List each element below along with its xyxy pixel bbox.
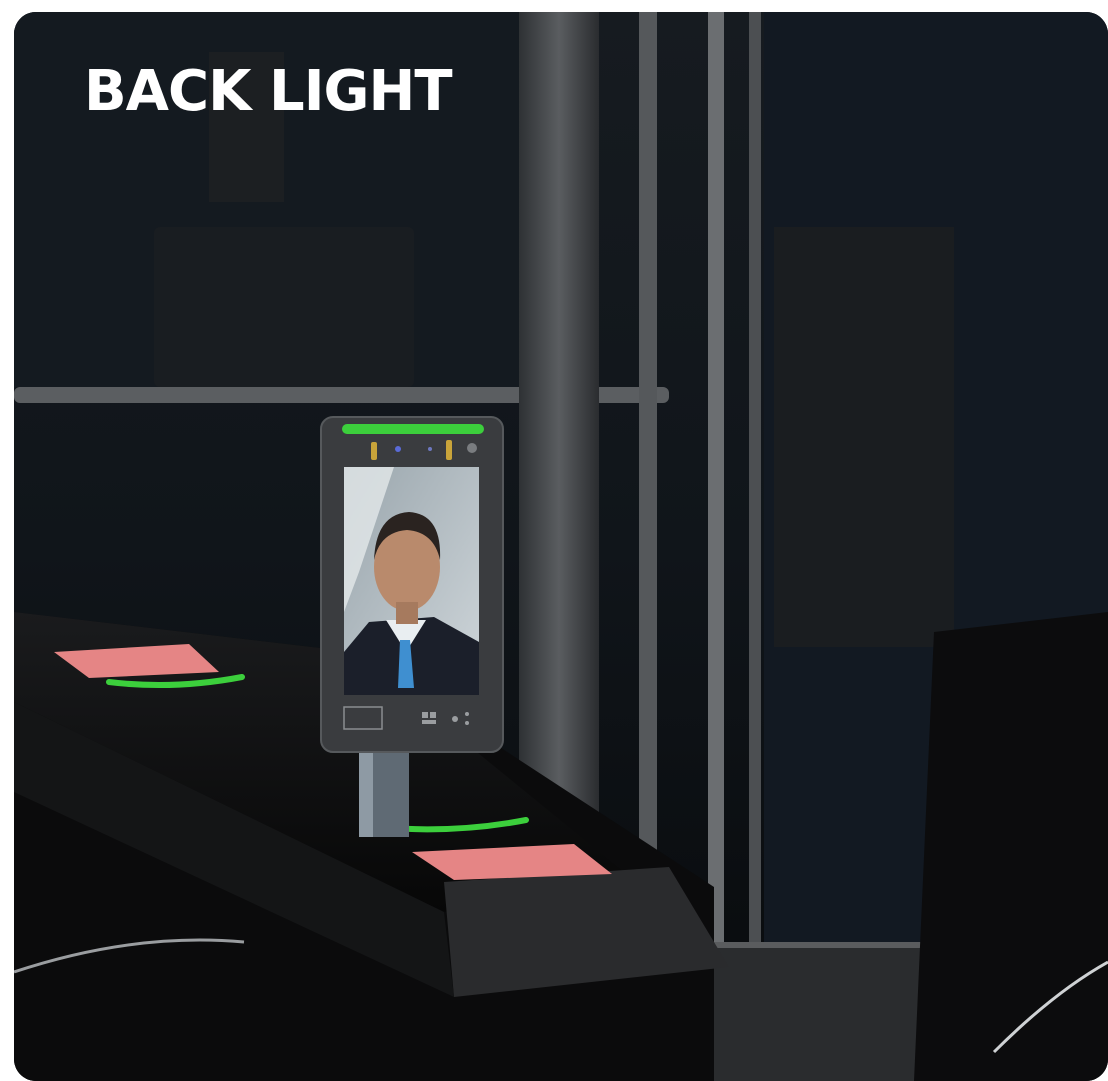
qr-icon-1 — [422, 712, 428, 718]
light-sensor — [467, 443, 477, 453]
pole-1 — [519, 12, 599, 872]
pole-3 — [708, 12, 724, 972]
dot-icon-1 — [452, 716, 458, 722]
pole-2 — [639, 12, 657, 912]
camera-lens-right — [428, 447, 432, 451]
turnstile-scene — [14, 12, 1108, 1081]
status-light-bar — [342, 424, 484, 434]
qr-icon-2 — [430, 712, 436, 718]
dot-icon-2 — [465, 712, 469, 716]
qr-icon-3 — [422, 720, 436, 724]
ir-led-right — [446, 440, 452, 460]
headline: BACK LIGHT — [84, 59, 453, 124]
ir-led-left — [371, 442, 377, 460]
reflection-gate — [154, 227, 414, 387]
pole-4 — [749, 12, 761, 962]
reflection-right — [774, 227, 954, 647]
camera-lens-left — [395, 446, 401, 452]
turnstile-right — [914, 612, 1108, 1081]
dot-icon-3 — [465, 721, 469, 725]
back-light-card: BACK LIGHT — [14, 12, 1108, 1081]
photo-neck — [396, 602, 418, 624]
